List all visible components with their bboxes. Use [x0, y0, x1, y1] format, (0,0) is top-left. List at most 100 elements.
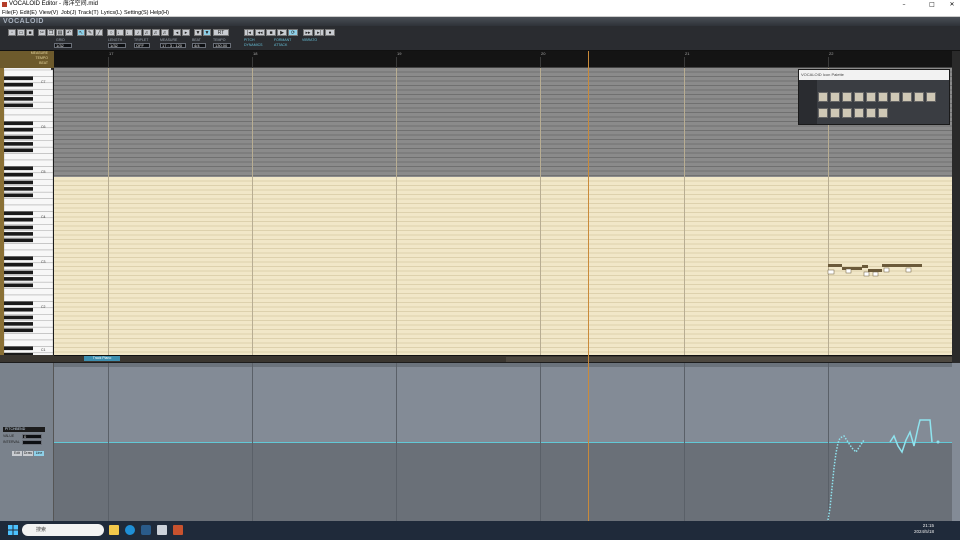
- playhead-cursor[interactable]: [588, 51, 589, 521]
- measure-label: MEASURE: [160, 38, 178, 42]
- minimize-button[interactable]: –: [896, 0, 912, 9]
- triplet-select[interactable]: OFF: [134, 43, 150, 48]
- palette-icon[interactable]: [818, 92, 828, 102]
- realtime-icon[interactable]: RT: [213, 29, 229, 36]
- palette-icon[interactable]: [854, 108, 864, 118]
- save-file-icon[interactable]: ■: [26, 29, 34, 36]
- start-icon[interactable]: [8, 525, 18, 535]
- value-field[interactable]: 0: [22, 434, 42, 439]
- play-icon[interactable]: ▶: [277, 29, 287, 36]
- horizontal-scrollbar[interactable]: [54, 355, 952, 362]
- tempo-field[interactable]: 130.00: [213, 43, 231, 48]
- forward-icon[interactable]: ▸: [182, 29, 190, 36]
- loop-icon[interactable]: ⟳: [288, 29, 298, 36]
- palette-icon[interactable]: [878, 92, 888, 102]
- undo-icon[interactable]: ↶: [65, 29, 73, 36]
- palette-icon[interactable]: [866, 108, 876, 118]
- scroll-thumb[interactable]: [506, 357, 952, 362]
- record-icon[interactable]: ●: [325, 29, 335, 36]
- rewind-start-icon[interactable]: |◂: [244, 29, 254, 36]
- new-file-icon[interactable]: ▫: [8, 29, 16, 36]
- metronome-icon[interactable]: ▼: [194, 29, 202, 36]
- pencil-tool-icon[interactable]: ✎: [86, 29, 94, 36]
- vibrato-option[interactable]: VIBRATO: [302, 38, 317, 42]
- palette-icon[interactable]: [854, 92, 864, 102]
- copy-icon[interactable]: ❐: [47, 29, 55, 36]
- line-button[interactable]: Line: [34, 451, 44, 456]
- ruler-header: MEASURE TEMPO BEAT: [0, 51, 54, 68]
- interval-field[interactable]: [22, 440, 42, 445]
- palette-icon[interactable]: [818, 108, 828, 118]
- steam-icon[interactable]: [141, 525, 151, 535]
- taskbar-search[interactable]: 搜索: [22, 524, 104, 536]
- pitch-option[interactable]: PITCH: [244, 38, 255, 42]
- taskbar-clock[interactable]: 21:15 2024/5/18: [914, 523, 934, 535]
- note-group[interactable]: [824, 258, 924, 282]
- note-block: [882, 264, 922, 267]
- pitchbend-label[interactable]: PITCHBEND: [3, 427, 45, 432]
- beat-field[interactable]: 4/4: [192, 43, 206, 48]
- draw-button[interactable]: Draw: [23, 451, 33, 456]
- edit-button[interactable]: Edit: [12, 451, 22, 456]
- measure-ruler[interactable]: 17 18 19 20 21 22: [54, 51, 952, 68]
- white-key: [3, 288, 54, 296]
- track-tab[interactable]: Track Piano: [84, 356, 120, 361]
- palette-icon[interactable]: [902, 92, 912, 102]
- half-note-icon[interactable]: ♩: [116, 29, 124, 36]
- vertical-scrollbar[interactable]: [952, 51, 960, 364]
- grid-select[interactable]: 1/32: [54, 43, 72, 48]
- thirtysecond-note-icon[interactable]: ♬: [152, 29, 160, 36]
- open-file-icon[interactable]: ▭: [17, 29, 25, 36]
- menu-lyrics[interactable]: Lyrics(L): [101, 9, 122, 17]
- auto-scroll-icon[interactable]: ▼: [203, 29, 211, 36]
- palette-icon[interactable]: [890, 92, 900, 102]
- go-end-icon[interactable]: ▸|: [314, 29, 324, 36]
- measure-position[interactable]: 17 : 3 : 120: [160, 43, 186, 48]
- step-back-icon[interactable]: ◂◂: [255, 29, 265, 36]
- palette-icon[interactable]: [926, 92, 936, 102]
- black-key: [4, 103, 33, 108]
- palette-icon[interactable]: [830, 92, 840, 102]
- black-key: [4, 187, 33, 191]
- edge-browser-icon[interactable]: [125, 525, 135, 535]
- line-tool-icon[interactable]: ╱: [95, 29, 103, 36]
- dynamics-option[interactable]: DYNAMICS: [244, 43, 262, 47]
- menu-edit[interactable]: Edit(E): [20, 9, 37, 17]
- quarter-note-icon[interactable]: ♩: [125, 29, 133, 36]
- black-key: [4, 172, 33, 177]
- length-select[interactable]: 1/32: [108, 43, 126, 48]
- maximize-button[interactable]: □: [924, 0, 940, 9]
- file-explorer-icon[interactable]: [109, 525, 119, 535]
- palette-icon[interactable]: [878, 108, 888, 118]
- menu-setting[interactable]: Setting(S): [124, 9, 148, 17]
- sixtyfourth-note-icon[interactable]: ♬: [161, 29, 169, 36]
- menu-job[interactable]: Job(J): [61, 9, 76, 17]
- arrow-tool-icon[interactable]: ↖: [77, 29, 85, 36]
- rewind-icon[interactable]: ◂: [173, 29, 181, 36]
- menu-track[interactable]: Track(T): [78, 9, 99, 17]
- piano-keyboard[interactable]: C7 C6 C5 C4 C3 C2 C1: [3, 68, 54, 386]
- close-button[interactable]: ✕: [944, 0, 960, 9]
- palette-icon[interactable]: [866, 92, 876, 102]
- palette-icon[interactable]: [914, 92, 924, 102]
- formant-option[interactable]: FORMANT: [274, 38, 291, 42]
- paste-icon[interactable]: ▤: [56, 29, 64, 36]
- cut-icon[interactable]: ✂: [38, 29, 46, 36]
- sixteenth-note-icon[interactable]: ♬: [143, 29, 151, 36]
- icon-palette[interactable]: VOCALOID Icon Palette: [798, 69, 950, 125]
- menu-file[interactable]: File(F): [2, 9, 18, 17]
- eighth-note-icon[interactable]: ♪: [134, 29, 142, 36]
- whole-note-icon[interactable]: ○: [107, 29, 115, 36]
- attack-option[interactable]: ATTACK: [274, 43, 287, 47]
- pitchbend-curve[interactable]: [820, 418, 950, 522]
- palette-icon[interactable]: [842, 92, 852, 102]
- menu-help[interactable]: Help(H): [150, 9, 169, 17]
- palette-icon[interactable]: [842, 108, 852, 118]
- vocaloid-taskbar-icon[interactable]: [173, 525, 183, 535]
- notepad-icon[interactable]: [157, 525, 167, 535]
- stop-icon[interactable]: ■: [266, 29, 276, 36]
- palette-category-tabs[interactable]: [799, 80, 817, 124]
- menu-view[interactable]: View(V): [39, 9, 58, 17]
- step-forward-icon[interactable]: ▸▸: [303, 29, 313, 36]
- palette-icon[interactable]: [830, 108, 840, 118]
